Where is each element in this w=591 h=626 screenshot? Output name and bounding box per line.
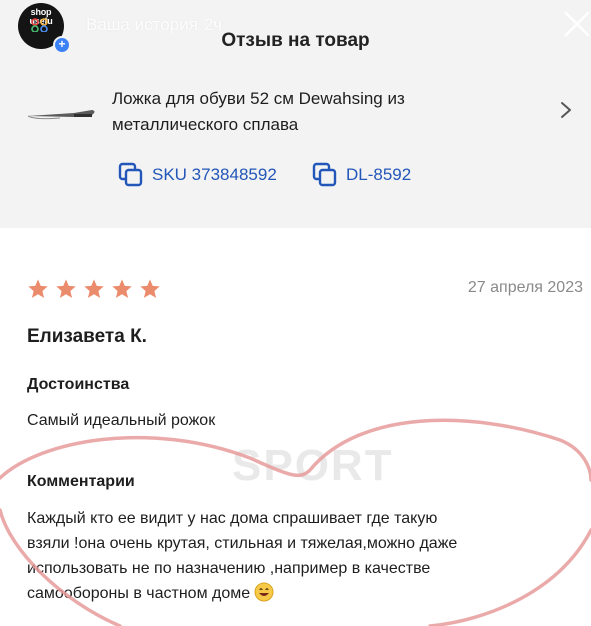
star-icon <box>112 279 132 298</box>
article-copy-button[interactable]: DL-8592 <box>312 160 411 190</box>
comment-line: использовать не по назначению ,например … <box>27 560 431 577</box>
article-code: DL-8592 <box>346 165 412 184</box>
shoehorn-thumbnail <box>27 110 95 120</box>
review-author: Елизавета К. <box>27 326 147 347</box>
pros-text: Самый идеальный рожок <box>27 412 216 429</box>
copy-icon <box>312 162 337 187</box>
comment-line: самообороны в частном доме <box>27 585 251 602</box>
comment-line: Каждый кто ее видит у нас дома спрашивае… <box>27 510 438 527</box>
product-name: Ложка для обуви 52 см Dewahsing из метал… <box>112 86 492 138</box>
comment-line: взяли !она очень крутая, стильная и тяже… <box>27 535 458 552</box>
star-icon <box>140 279 160 298</box>
review-date: 27 апреля 2023 <box>467 279 583 296</box>
star-icon <box>84 279 104 298</box>
page-title: Отзыв на товар <box>221 30 370 51</box>
sku-code: SKU 373848592 <box>152 165 277 184</box>
star-icon <box>28 279 48 298</box>
watermark: SPORT <box>232 441 394 490</box>
product-header: shop usefu + Ваша история 2ч Отзыв на тов… <box>0 0 591 228</box>
comments-heading: Комментарии <box>27 473 135 490</box>
comment-text: Каждый кто ее видит у нас дома спрашивае… <box>27 506 591 606</box>
star-icon <box>56 279 76 298</box>
product-name-line2: металлического сплава <box>112 115 299 134</box>
rating-stars <box>27 278 167 300</box>
sku-copy-button[interactable]: SKU 373848592 <box>118 160 277 190</box>
smile-emoji-icon <box>254 582 274 602</box>
product-link[interactable]: Ложка для обуви 52 см Dewahsing из метал… <box>0 76 591 146</box>
product-name-line1: Ложка для обуви 52 см Dewahsing из <box>112 89 405 108</box>
chevron-right-icon[interactable] <box>558 100 574 120</box>
comment-line-last: самообороны в частном доме <box>27 581 591 606</box>
copy-icon <box>118 162 143 187</box>
pros-heading: Достоинства <box>27 376 130 393</box>
